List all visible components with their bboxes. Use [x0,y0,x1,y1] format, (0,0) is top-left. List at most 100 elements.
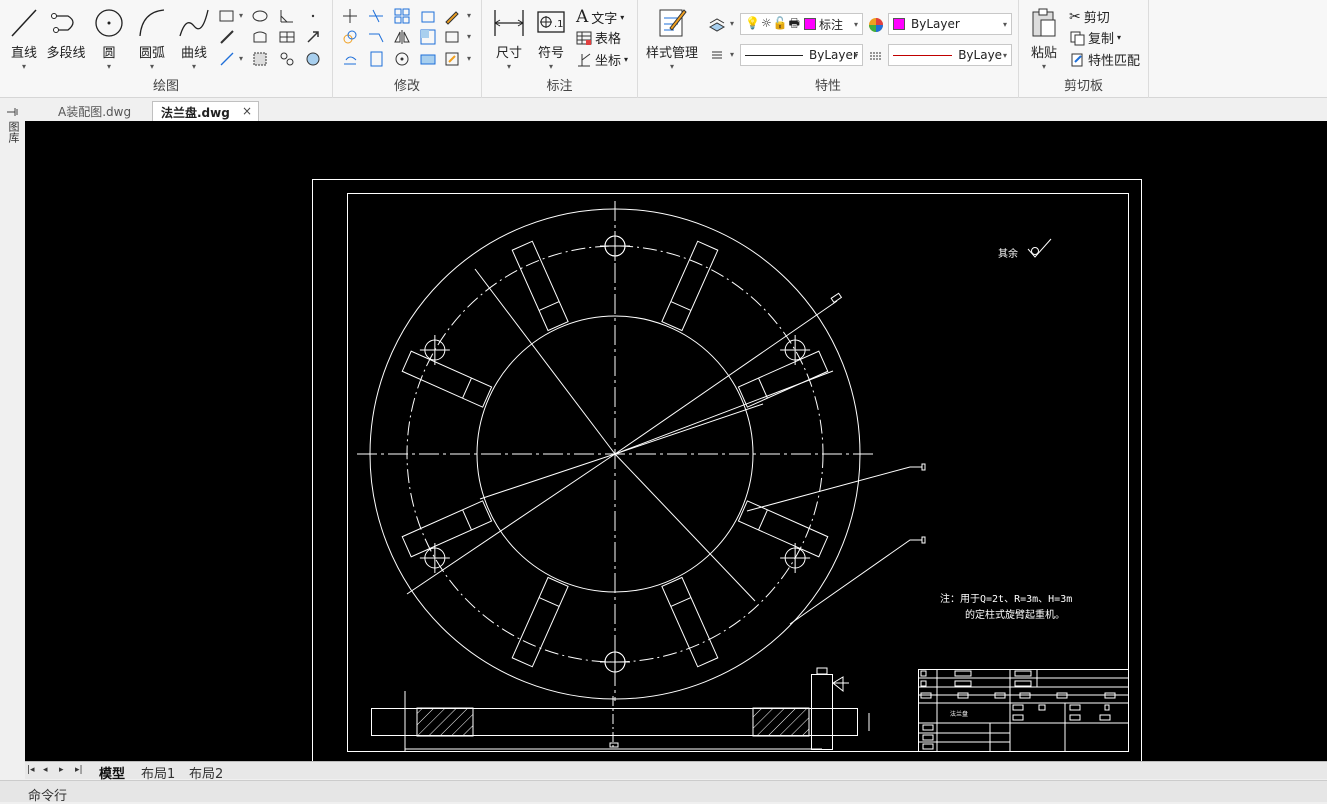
linetype-dropdown-icon[interactable]: ▾ [854,51,858,60]
properties-edit-icon[interactable] [443,50,461,68]
text-button[interactable]: A 文字 ▾ [576,7,624,27]
hatch-line-icon[interactable] [218,28,236,46]
drawing-canvas[interactable]: 其余 注：用于Q=2t、R=3m、H=3m 的定柱式旋臂起重机。 法兰盘 [25,121,1327,761]
extend-icon[interactable] [367,28,385,46]
circle-dropdown-icon[interactable]: ▾ [107,63,111,71]
color-dropdown-icon[interactable]: ▾ [1003,20,1007,29]
angle-icon[interactable] [278,7,296,25]
match-properties-button[interactable]: 特性匹配 [1069,50,1140,69]
lineweight-combo[interactable]: ByLayer ▾ [888,44,1012,66]
style-manager-button[interactable]: 样式管理 ▾ [646,6,698,71]
boundary-icon[interactable] [251,50,269,68]
pencil-dropdown-icon[interactable]: ▾ [467,11,471,20]
stretch-icon[interactable] [419,28,437,46]
line-dropdown-icon[interactable]: ▾ [22,63,26,71]
table-grid-icon[interactable] [278,28,296,46]
prev-layout-button[interactable]: ◂ [43,765,48,775]
style-manager-dropdown-icon[interactable]: ▾ [670,63,674,71]
linetype-combo[interactable]: ByLayer ▾ [740,44,863,66]
point-icon[interactable] [304,7,322,25]
pencil-icon[interactable] [443,7,461,25]
construction-line-icon[interactable] [218,50,236,68]
rectangle-select-icon[interactable] [443,28,461,46]
last-layout-button[interactable]: ▸| [75,765,83,775]
break-icon[interactable] [419,50,437,68]
rect-select-dropdown-icon[interactable]: ▾ [467,32,471,41]
modify-group-label: 修改 [393,79,420,94]
lineweight-list-dropdown-icon[interactable]: ▾ [730,50,734,59]
dimension-button[interactable]: 尺寸 ▾ [492,6,526,71]
cut-button[interactable]: ✂ 剪切 [1069,7,1110,27]
lineweight-list-icon[interactable] [708,46,726,64]
offset-icon[interactable] [341,50,359,68]
symbol-button[interactable]: .1 符号 ▾ [536,6,566,71]
circle-button[interactable]: 圆 ▾ [94,6,124,71]
dimension-dropdown-icon[interactable]: ▾ [507,63,511,71]
pin-icon[interactable] [5,107,19,117]
radial-slot [511,240,569,332]
curve-button[interactable]: 曲线 ▾ [178,6,210,71]
lineweight-dropdown-icon[interactable]: ▾ [1002,50,1007,60]
radial-slot [661,240,719,332]
rotate-icon[interactable] [393,50,411,68]
scissors-icon: ✂ [1069,8,1081,25]
arc-button[interactable]: 圆弧 ▾ [136,6,168,71]
paste-dropdown-icon[interactable]: ▾ [1042,63,1046,71]
layer-combo[interactable]: 💡☼🔓🖶 标注 ▾ [740,13,863,35]
table-button[interactable]: 表格 [576,28,621,47]
construction-dropdown-icon[interactable]: ▾ [239,54,243,63]
layer-dropdown-icon[interactable]: ▾ [854,20,858,29]
coordinate-dropdown-icon[interactable]: ▾ [624,55,628,64]
copy-label: 复制 [1088,32,1115,47]
move-icon[interactable] [341,7,359,25]
table-icon [576,31,592,45]
wipeout-icon[interactable] [278,50,296,68]
copy-object-icon[interactable] [341,28,359,46]
next-layout-button[interactable]: ▸ [59,765,64,775]
array-icon[interactable] [393,7,411,25]
modify-group: ▾ ▾ ▾ 修改 [333,0,482,98]
polyline-button[interactable]: 多段线 [46,6,86,61]
radial-slot-outline [401,350,493,408]
sheet-inner-border [347,193,1129,752]
document-icon[interactable] [367,50,385,68]
text-dropdown-icon[interactable]: ▾ [620,13,624,22]
trim-icon[interactable] [367,7,385,25]
paste-button[interactable]: 粘贴 ▾ [1029,6,1059,71]
properties-edit-dropdown-icon[interactable]: ▾ [467,54,471,63]
lineweight-name: ByLayer [958,48,1007,62]
layer-manager-icon[interactable] [708,15,726,33]
circle-icon [95,9,123,37]
properties-group-label: 特性 [814,79,841,94]
coordinate-button[interactable]: 坐标 ▾ [576,50,628,69]
line-button[interactable]: 直线 ▾ [8,6,40,71]
mirror-icon[interactable] [393,28,411,46]
radial-slot [401,350,493,408]
layer-manager-dropdown-icon[interactable]: ▾ [730,19,734,28]
section-hub-cap [816,667,828,675]
linetype-icon[interactable] [867,47,885,65]
command-line[interactable]: 命令行 [0,780,1327,804]
tab-flange-drawing[interactable]: 法兰盘.dwg × [152,101,259,121]
ellipse-icon[interactable] [251,7,269,25]
section-center-tag [609,742,619,748]
rectangle-dropdown-icon[interactable]: ▾ [239,11,243,20]
arc-dropdown-icon[interactable]: ▾ [150,63,154,71]
copy-button[interactable]: 复制 ▾ [1069,28,1121,47]
curve-dropdown-icon[interactable]: ▾ [192,63,196,71]
region-icon[interactable] [251,28,269,46]
rectangle-icon[interactable] [218,7,236,25]
symbol-dropdown-icon[interactable]: ▾ [549,63,553,71]
tab-close-icon[interactable]: × [242,104,252,118]
drawing-svg[interactable]: 其余 注：用于Q=2t、R=3m、H=3m 的定柱式旋臂起重机。 法兰盘 [25,121,1327,761]
first-layout-button[interactable]: |◂ [27,765,35,775]
scale-icon[interactable] [419,7,437,25]
color-combo[interactable]: ByLayer ▾ [888,13,1012,35]
color-wheel-icon[interactable] [867,16,885,34]
roughness-note-text: 其余 [998,247,1018,260]
donut-icon[interactable] [304,50,322,68]
copy-dropdown-icon[interactable]: ▾ [1117,33,1121,42]
tab-assembly-drawing[interactable]: A装配图.dwg [50,101,139,121]
arrow-icon[interactable] [304,28,322,46]
library-tab-label[interactable]: 图库 [5,121,21,143]
